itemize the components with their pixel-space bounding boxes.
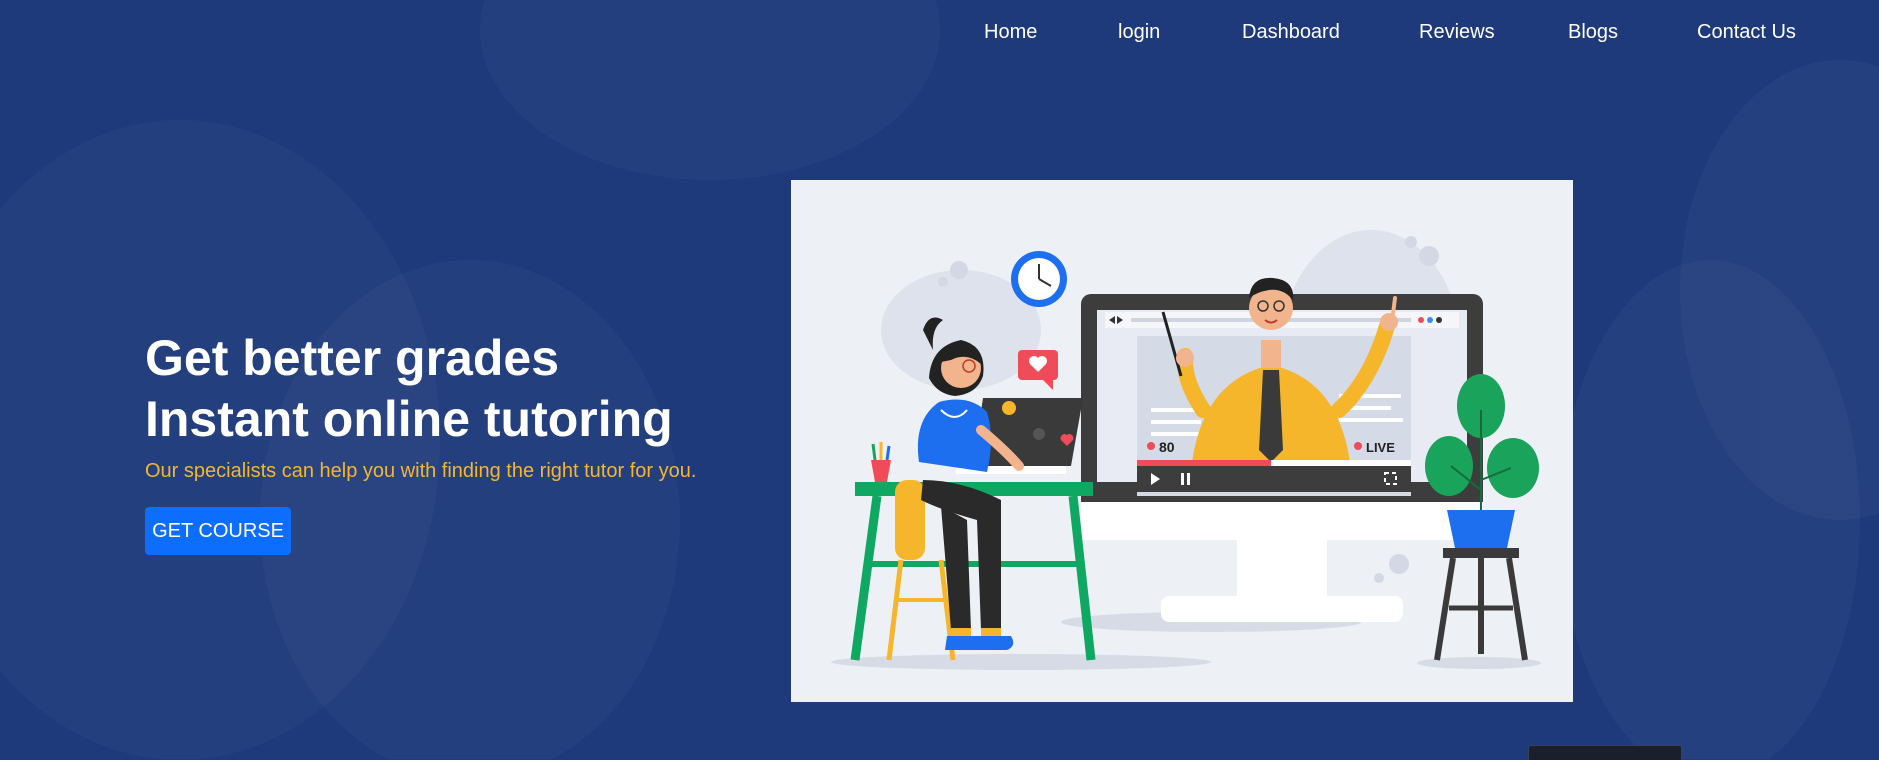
nav-blogs[interactable]: Blogs xyxy=(1568,21,1618,44)
heart-bubble-icon xyxy=(1018,350,1058,390)
hero-title-line-1: Get better grades xyxy=(145,330,560,386)
nav-reviews[interactable]: Reviews xyxy=(1419,21,1495,44)
pause-icon xyxy=(1181,473,1184,485)
clock-icon xyxy=(1011,251,1067,307)
nav-contact-us[interactable]: Contact Us xyxy=(1697,21,1796,44)
live-label: LIVE xyxy=(1366,440,1395,455)
monitor-illustration: 80 LIVE xyxy=(1081,277,1483,622)
hero-illustration: 80 LIVE xyxy=(791,180,1573,702)
bottom-corner-widget[interactable] xyxy=(1528,745,1682,760)
get-course-button[interactable]: GET COURSE xyxy=(145,507,291,555)
top-navigation: Home login Dashboard Reviews Blogs Conta… xyxy=(0,0,1879,64)
hero-title: Get better grades Instant online tutorin… xyxy=(145,328,673,450)
hero-title-line-2: Instant online tutoring xyxy=(145,391,673,447)
nav-home[interactable]: Home xyxy=(984,21,1037,44)
nav-login[interactable]: login xyxy=(1118,21,1160,44)
hero-subtitle: Our specialists can help you with findin… xyxy=(145,460,697,482)
nav-dashboard[interactable]: Dashboard xyxy=(1242,21,1340,44)
viewer-count: 80 xyxy=(1159,439,1175,455)
